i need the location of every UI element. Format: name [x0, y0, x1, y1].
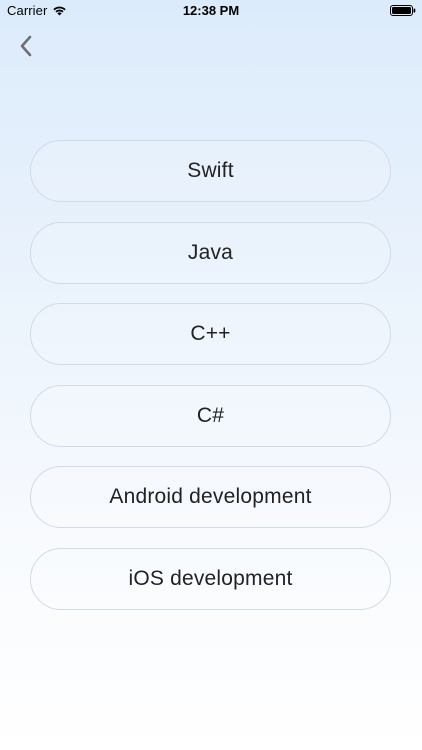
options-list: Swift Java C++ C# Android development iO…	[30, 140, 391, 629]
option-ios-button[interactable]: iOS development	[30, 547, 391, 610]
back-button[interactable]	[12, 32, 40, 60]
option-swift-button[interactable]: Swift	[30, 140, 391, 202]
status-time: 12:38 PM	[182, 3, 240, 18]
battery-icon	[390, 5, 416, 16]
status-bar: Carrier 12:38 PM	[0, 0, 422, 22]
option-csharp-button[interactable]: C#	[30, 384, 391, 447]
option-cpp-button[interactable]: C++	[30, 303, 391, 365]
option-java-button[interactable]: Java	[30, 221, 391, 284]
option-android-button[interactable]: Android development	[30, 466, 391, 528]
chevron-left-icon	[20, 35, 32, 57]
